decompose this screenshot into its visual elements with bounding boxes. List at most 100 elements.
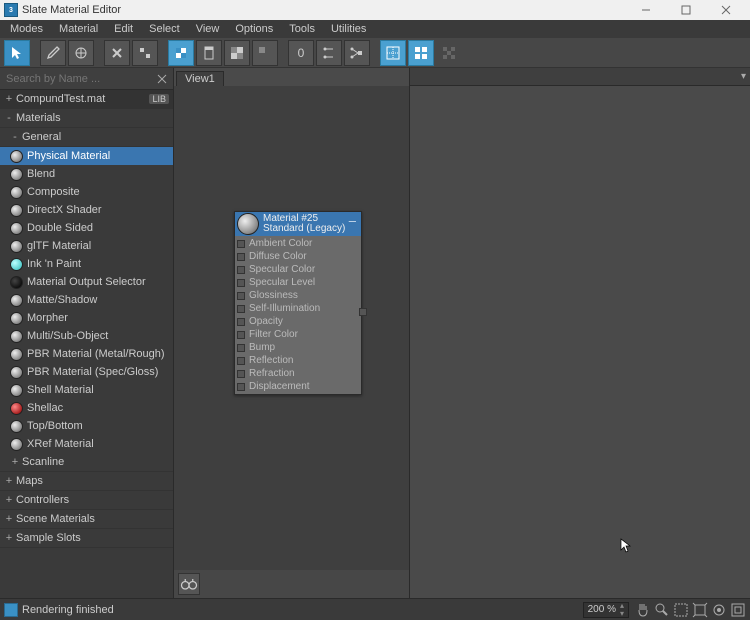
minimize-button[interactable] [626,1,666,19]
zoom-extents-icon[interactable] [692,602,708,618]
zoom-field[interactable]: 200 % ▴▾ [583,602,629,618]
output-pin-icon[interactable] [359,308,367,316]
node-slot[interactable]: Displacement [235,380,361,393]
material-item[interactable]: Composite [0,183,173,201]
parameter-dropdown-icon[interactable]: ▾ [741,71,746,82]
background-button[interactable] [224,40,250,66]
input-pin-icon[interactable] [237,253,245,261]
node-slot[interactable]: Self-Illumination [235,302,361,315]
node-canvas[interactable]: Material #25 Standard (Legacy) – Ambient… [174,86,409,570]
tree-scene-materials[interactable]: +Scene Materials [0,510,173,529]
search-clear-icon[interactable] [155,72,169,86]
material-item[interactable]: glTF Material [0,237,173,255]
node-slot[interactable]: Filter Color [235,328,361,341]
backlight-button[interactable] [252,40,278,66]
show-map-button[interactable] [168,40,194,66]
slot-label: Diffuse Color [249,251,307,262]
node-slot[interactable]: Specular Color [235,263,361,276]
menu-view[interactable]: View [188,22,228,36]
input-pin-icon[interactable] [237,318,245,326]
node-slot[interactable]: Opacity [235,315,361,328]
material-item[interactable]: Shellac [0,399,173,417]
node-slot[interactable]: Glossiness [235,289,361,302]
node-header[interactable]: Material #25 Standard (Legacy) – [235,212,361,236]
material-item[interactable]: DirectX Shader [0,201,173,219]
move-children-button[interactable] [132,40,158,66]
node-slot[interactable]: Ambient Color [235,237,361,250]
material-label: Morpher [27,312,68,324]
menu-modes[interactable]: Modes [2,22,51,36]
node-collapse-icon[interactable]: – [346,213,359,228]
material-item[interactable]: Shell Material [0,381,173,399]
node-slot[interactable]: Bump [235,341,361,354]
tree-maps[interactable]: +Maps [0,472,173,491]
show-end-result-button[interactable] [196,40,222,66]
material-item-physical[interactable]: Physical Material [0,147,173,165]
tree-label: Maps [16,475,43,487]
input-pin-icon[interactable] [237,344,245,352]
input-pin-icon[interactable] [237,266,245,274]
node-slot[interactable]: Reflection [235,354,361,367]
tree-controllers[interactable]: +Controllers [0,491,173,510]
input-pin-icon[interactable] [237,357,245,365]
checker-display-button[interactable] [436,40,462,66]
tree-materials[interactable]: - Materials [0,109,173,128]
delete-button[interactable] [104,40,130,66]
material-swatch-icon [10,168,23,181]
eyedropper-tool[interactable] [40,40,66,66]
search-input[interactable] [4,71,155,87]
menu-select[interactable]: Select [141,22,188,36]
frame-all-icon[interactable] [730,602,746,618]
node-slot[interactable]: Specular Level [235,276,361,289]
material-item[interactable]: Double Sided [0,219,173,237]
options-button[interactable] [316,40,342,66]
tree-sample-slots[interactable]: +Sample Slots [0,529,173,548]
material-item[interactable]: Top/Bottom [0,417,173,435]
pan-icon[interactable] [635,602,651,618]
close-button[interactable] [706,1,746,19]
tree-scanline[interactable]: +Scanline [0,453,173,472]
material-item[interactable]: PBR Material (Spec/Gloss) [0,363,173,381]
node-view: View1 Material #25 Standard (Legacy) – A… [174,68,410,598]
material-item[interactable]: Morpher [0,309,173,327]
grid-snap-button[interactable] [380,40,406,66]
auto-arrange-button[interactable] [408,40,434,66]
material-item[interactable]: Material Output Selector [0,273,173,291]
view-tab[interactable]: View1 [176,71,224,86]
input-pin-icon[interactable] [237,305,245,313]
maximize-button[interactable] [666,1,706,19]
tree-compound-file[interactable]: + CompundTest.mat LIB [0,90,173,109]
menu-options[interactable]: Options [227,22,281,36]
input-pin-icon[interactable] [237,370,245,378]
tree-general[interactable]: - General [0,128,173,147]
node-slot[interactable]: Diffuse Color [235,250,361,263]
zoom-selected-icon[interactable] [711,602,727,618]
layout-all-button[interactable] [344,40,370,66]
material-node[interactable]: Material #25 Standard (Legacy) – Ambient… [234,211,362,395]
select-tool[interactable] [4,40,30,66]
material-label: PBR Material (Metal/Rough) [27,348,165,360]
material-item[interactable]: Ink 'n Paint [0,255,173,273]
menu-utilities[interactable]: Utilities [323,22,374,36]
material-item[interactable]: PBR Material (Metal/Rough) [0,345,173,363]
input-pin-icon[interactable] [237,240,245,248]
input-pin-icon[interactable] [237,331,245,339]
assign-material-button[interactable] [68,40,94,66]
material-item[interactable]: XRef Material [0,435,173,453]
navigator-button[interactable] [178,573,200,595]
input-pin-icon[interactable] [237,292,245,300]
material-swatch-icon [10,312,23,325]
menu-tools[interactable]: Tools [281,22,323,36]
menu-edit[interactable]: Edit [106,22,141,36]
material-item[interactable]: Blend [0,165,173,183]
material-item[interactable]: Multi/Sub-Object [0,327,173,345]
node-slot[interactable]: Refraction [235,367,361,380]
input-pin-icon[interactable] [237,383,245,391]
zoom-region-icon[interactable] [673,602,689,618]
input-pin-icon[interactable] [237,279,245,287]
menu-material[interactable]: Material [51,22,106,36]
zoom-spinner-icon[interactable]: ▴▾ [620,602,624,618]
zoom-icon[interactable] [654,602,670,618]
preview-count[interactable]: 0 [288,40,314,66]
material-item[interactable]: Matte/Shadow [0,291,173,309]
